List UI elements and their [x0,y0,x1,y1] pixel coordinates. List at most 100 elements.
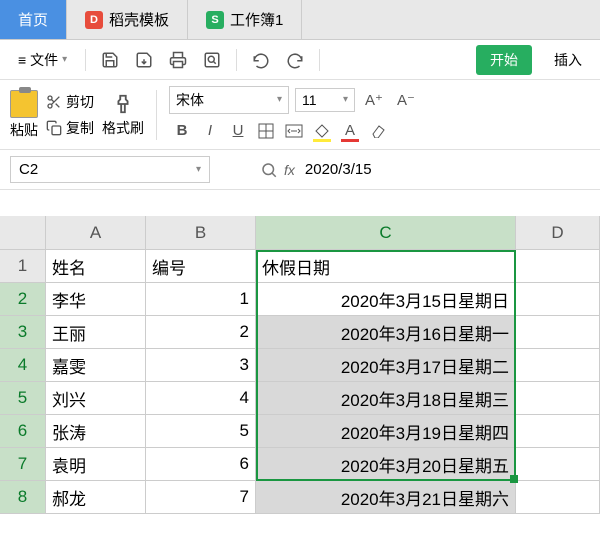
redo-button[interactable] [281,46,309,74]
file-menu[interactable]: ≡ 文件 ▾ [10,46,75,74]
font-size-value: 11 [302,92,317,108]
cut-label: 剪切 [66,92,94,112]
cell[interactable]: 2020年3月20日星期五 [256,448,516,481]
formula-input[interactable] [301,159,508,180]
row-header[interactable]: 4 [0,349,46,382]
separator [85,49,86,71]
cell[interactable] [516,250,600,283]
cell[interactable] [516,448,600,481]
cell[interactable]: 2020年3月21日星期六 [256,481,516,514]
col-header-b[interactable]: B [146,216,256,250]
tab-template-label: 稻壳模板 [109,9,169,30]
cell[interactable]: 2 [146,316,256,349]
row-header[interactable]: 5 [0,382,46,415]
cell[interactable]: 张涛 [46,415,146,448]
formula-bar: C2 ▾ fx [0,150,600,190]
cell[interactable]: 7 [146,481,256,514]
cell[interactable]: 李华 [46,283,146,316]
col-header-a[interactable]: A [46,216,146,250]
cell[interactable]: 编号 [146,250,256,283]
quick-toolbar: ≡ 文件 ▾ 开始 插入 [0,40,600,80]
name-box-value: C2 [19,161,38,178]
ribbon-start[interactable]: 开始 [476,45,532,75]
cell[interactable] [516,349,600,382]
docer-icon: D [85,11,103,29]
paste-button[interactable]: 粘贴 [10,90,38,140]
cell[interactable]: 郝龙 [46,481,146,514]
menu-icon: ≡ [18,52,26,68]
print-button[interactable] [164,46,192,74]
select-all-corner[interactable] [0,216,46,250]
chevron-down-icon: ▾ [277,94,282,105]
cut-button[interactable]: 剪切 [46,92,94,112]
cell[interactable]: 2020年3月17日星期二 [256,349,516,382]
ribbon-insert[interactable]: 插入 [546,46,590,74]
cell[interactable]: 嘉雯 [46,349,146,382]
increase-font-button[interactable]: A⁺ [361,87,387,113]
cell[interactable] [516,283,600,316]
row-header[interactable]: 2 [0,283,46,316]
paste-label: 粘贴 [10,120,38,140]
row-header[interactable]: 6 [0,415,46,448]
tab-template[interactable]: D 稻壳模板 [67,0,188,39]
eraser-button[interactable] [365,118,391,144]
cell[interactable]: 王丽 [46,316,146,349]
font-name-select[interactable]: 宋体 ▾ [169,86,289,114]
row-header[interactable]: 8 [0,481,46,514]
cell[interactable]: 2020年3月18日星期三 [256,382,516,415]
font-color-button[interactable]: A [337,118,363,144]
print-preview-button[interactable] [198,46,226,74]
cell[interactable]: 刘兴 [46,382,146,415]
chevron-down-icon: ▾ [343,94,348,105]
cell[interactable]: 2020年3月19日星期四 [256,415,516,448]
name-box[interactable]: C2 ▾ [10,156,210,183]
brush-label: 格式刷 [102,118,144,138]
row-header[interactable]: 3 [0,316,46,349]
cell[interactable]: 5 [146,415,256,448]
font-size-select[interactable]: 11 ▾ [295,88,355,112]
col-header-d[interactable]: D [516,216,600,250]
cell[interactable] [516,415,600,448]
cell[interactable] [516,481,600,514]
cell[interactable] [516,382,600,415]
save-button[interactable] [96,46,124,74]
clipboard-icon [10,90,38,118]
tab-home-label: 首页 [18,9,48,30]
row-header[interactable]: 7 [0,448,46,481]
zoom-icon[interactable] [260,161,278,179]
separator [319,49,320,71]
italic-button[interactable]: I [197,118,223,144]
tab-home[interactable]: 首页 [0,0,67,39]
cell[interactable]: 2020年3月16日星期一 [256,316,516,349]
decrease-font-button[interactable]: A⁻ [393,87,419,113]
spreadsheet-icon: S [206,11,224,29]
copy-button[interactable]: 复制 [46,118,94,138]
chevron-down-icon: ▾ [196,164,201,175]
border-button[interactable] [253,118,279,144]
cell[interactable] [516,316,600,349]
app-tabs: 首页 D 稻壳模板 S 工作簿1 [0,0,600,40]
fx-icon[interactable]: fx [284,162,295,178]
col-header-c[interactable]: C [256,216,516,250]
format-toolbar: 粘贴 剪切 复制 格式刷 宋体 ▾ 11 ▾ A⁺ A⁻ B [0,80,600,150]
fill-color-button[interactable] [309,118,335,144]
cell[interactable]: 4 [146,382,256,415]
cell[interactable]: 6 [146,448,256,481]
cell[interactable]: 2020年3月15日星期日 [256,283,516,316]
bold-button[interactable]: B [169,118,195,144]
cell[interactable]: 3 [146,349,256,382]
cell[interactable]: 休假日期 [256,250,516,283]
separator [236,49,237,71]
merge-button[interactable] [281,118,307,144]
cut-copy-group: 剪切 复制 [46,92,94,138]
row-header[interactable]: 1 [0,250,46,283]
cell[interactable]: 姓名 [46,250,146,283]
format-brush-button[interactable]: 格式刷 [102,92,144,138]
underline-button[interactable]: U [225,118,251,144]
cell[interactable]: 袁明 [46,448,146,481]
copy-icon [46,120,62,136]
save-as-button[interactable] [130,46,158,74]
tab-workbook[interactable]: S 工作簿1 [188,0,302,39]
cell[interactable]: 1 [146,283,256,316]
undo-button[interactable] [247,46,275,74]
